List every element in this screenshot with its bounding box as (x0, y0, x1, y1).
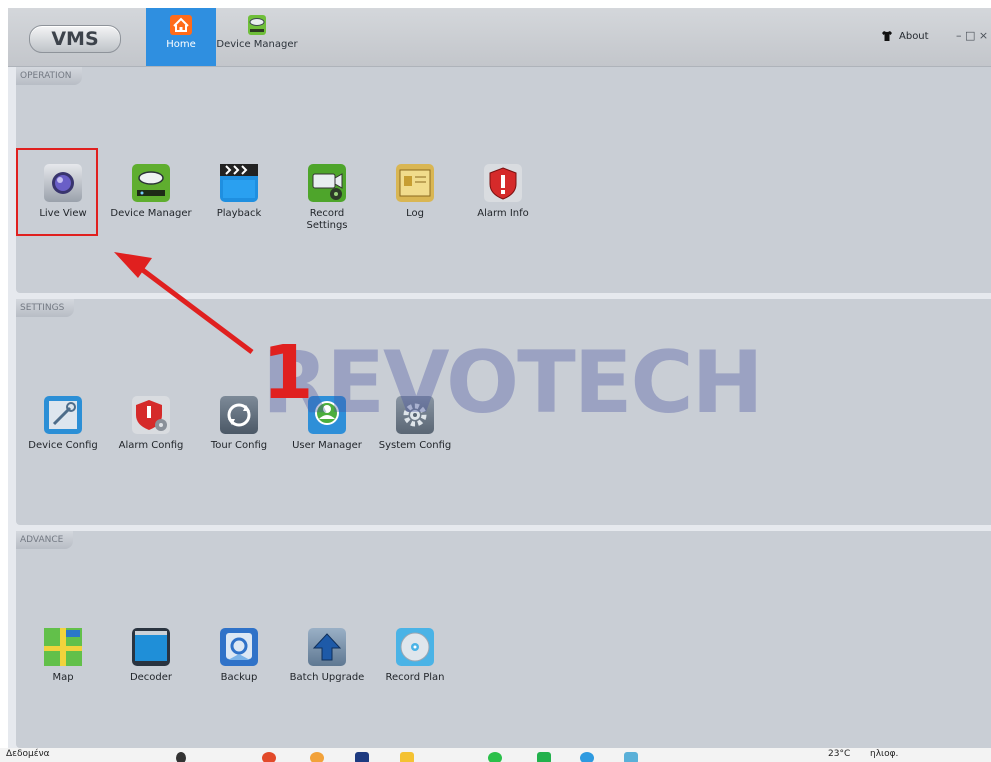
os-taskbar: Δεδομένα 23°C ηλιοφ. (0, 748, 991, 762)
search-icon[interactable] (176, 752, 186, 762)
weather-temp: 23°C (828, 749, 851, 759)
browser-icon[interactable] (580, 752, 594, 762)
chrome-icon[interactable] (262, 752, 276, 762)
line-icon[interactable] (537, 752, 551, 762)
taskbar-left-text: Δεδομένα (6, 749, 50, 759)
wechat-icon[interactable] (488, 752, 502, 762)
weather-status: ηλιοφ. (870, 749, 899, 759)
vms-taskbar-icon[interactable] (624, 752, 638, 762)
app-icon[interactable] (310, 752, 324, 762)
annotation-arrow (114, 252, 254, 354)
folder-icon[interactable] (400, 752, 414, 762)
photoshop-icon[interactable] (355, 752, 369, 762)
